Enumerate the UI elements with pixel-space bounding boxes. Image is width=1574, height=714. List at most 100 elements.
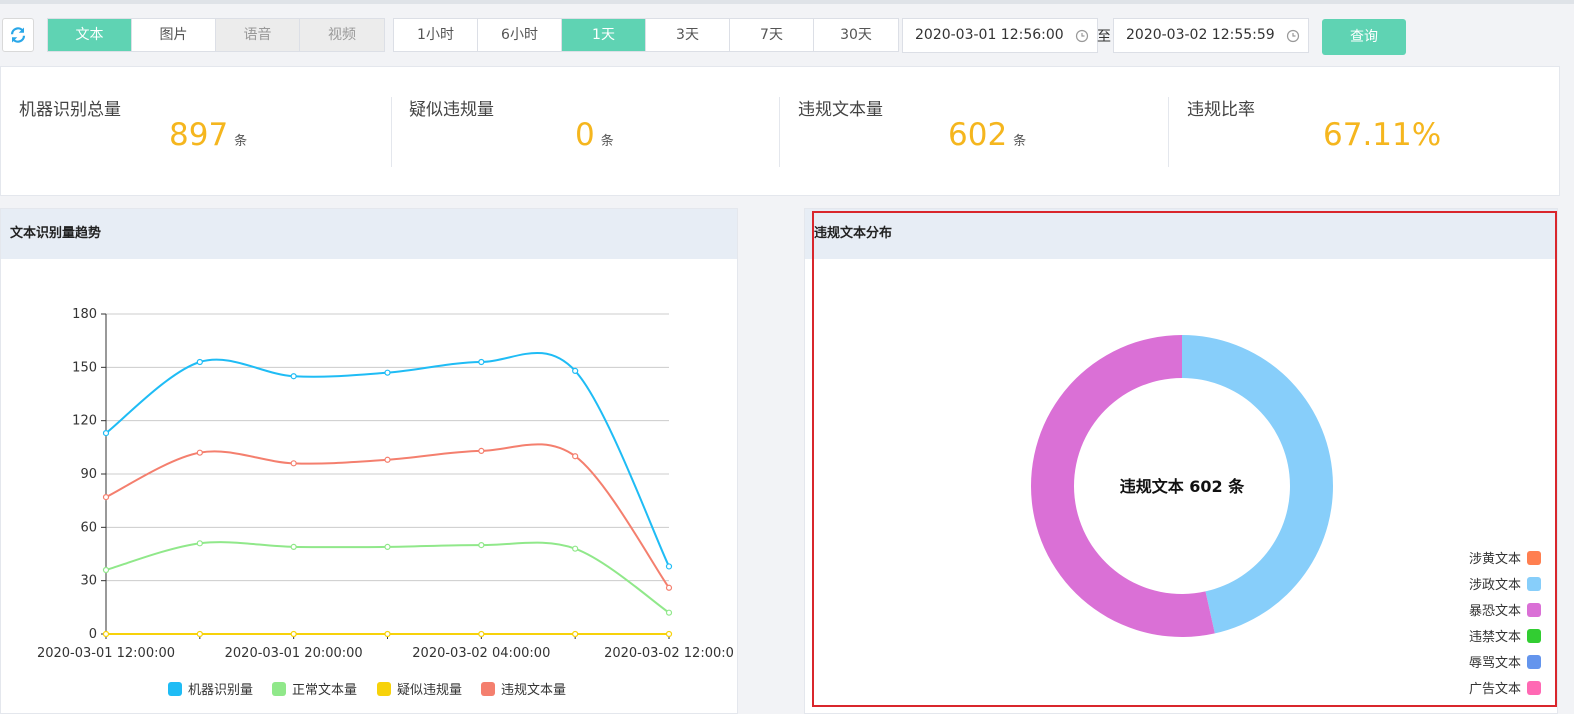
data-point[interactable] [572, 453, 579, 460]
data-point[interactable] [572, 545, 579, 552]
data-point[interactable] [384, 369, 391, 376]
legend-label: 涉黄文本 [1468, 552, 1521, 567]
legend-item[interactable]: 违禁文本 [1469, 626, 1541, 645]
data-point[interactable] [290, 373, 297, 380]
legend-label: 广告文本 [1468, 682, 1521, 697]
legend-label: 正常文本量 [292, 683, 358, 698]
data-point[interactable] [572, 367, 579, 374]
legend-item[interactable]: 暴恐文本 [1469, 600, 1541, 619]
trend-panel: 文本识别量趋势 0 30 60 90 120 150 180 2020-03-01 12:00… [0, 208, 738, 714]
divider [779, 97, 780, 167]
data-point[interactable] [290, 543, 297, 550]
to-label: 至 [1097, 29, 1111, 45]
data-point[interactable] [665, 630, 673, 638]
legend-label: 疑似违规量 [397, 683, 463, 698]
stat-label: 违规文本量 [798, 100, 883, 120]
refresh-button[interactable] [2, 18, 34, 52]
data-point[interactable] [102, 430, 110, 437]
range-1d[interactable]: 1天 [562, 19, 646, 51]
stat-value: 602 条 [948, 117, 1027, 153]
legend-item[interactable]: 疑似违规量 [377, 679, 462, 698]
x-tick-label: 2020-03-02 04:00:00 [412, 646, 550, 661]
end-time-value: 2020-03-02 12:55:59 [1126, 27, 1275, 43]
stat-suspected: 疑似违规量 0条 [409, 67, 779, 195]
data-point[interactable] [196, 449, 203, 456]
legend-swatch [1527, 654, 1541, 669]
data-point[interactable] [290, 630, 297, 638]
legend-swatch [481, 681, 495, 696]
data-point[interactable] [665, 609, 673, 616]
legend-item[interactable]: 广告文本 [1469, 678, 1541, 697]
data-point[interactable] [384, 456, 391, 463]
series-line [105, 541, 670, 614]
stats-card: 机器识别总量 897 条 疑似违规量 0条 违规文本量 602 条 违规比率 67.… [0, 66, 1560, 196]
legend-item[interactable]: 涉黄文本 [1469, 548, 1541, 567]
data-point[interactable] [572, 630, 579, 638]
start-time-input[interactable]: 2020-03-01 12:56:00 [902, 18, 1098, 53]
y-tick-label: 0 [89, 627, 97, 642]
x-tick-label: 2020-03-01 12:00:00 [37, 646, 175, 661]
legend-label: 违规文本量 [501, 683, 567, 698]
legend-swatch [1527, 576, 1541, 591]
stat-violation: 违规文本量 602 条 [798, 67, 1168, 195]
data-point[interactable] [384, 543, 391, 550]
legend-item[interactable]: 机器识别量 [168, 679, 253, 698]
range-3d[interactable]: 3天 [646, 19, 730, 51]
stat-value: 897 条 [169, 117, 248, 153]
end-time-input[interactable]: 2020-03-02 12:55:59 [1113, 18, 1309, 53]
data-point[interactable] [665, 563, 673, 570]
range-1h[interactable]: 1小时 [394, 19, 478, 51]
divider [391, 97, 392, 167]
divider [1168, 97, 1169, 167]
stat-value: 67.11% [1323, 117, 1442, 153]
data-point[interactable] [102, 566, 110, 574]
data-point[interactable] [102, 630, 110, 638]
legend-item[interactable]: 辱骂文本 [1469, 652, 1541, 671]
y-tick-label: 180 [72, 307, 97, 322]
x-tick-label: 2020-03-02 12:00:0 [604, 646, 734, 661]
legend-label: 辱骂文本 [1468, 656, 1521, 671]
data-point[interactable] [478, 447, 485, 454]
distribution-donut-chart: 违规文本 602 条 [1030, 335, 1333, 637]
data-point[interactable] [196, 630, 203, 638]
legend-label: 涉政文本 [1468, 578, 1521, 593]
y-tick-label: 30 [80, 574, 97, 589]
start-time-value: 2020-03-01 12:56:00 [915, 27, 1064, 43]
data-point[interactable] [196, 358, 203, 366]
legend-swatch [1527, 680, 1541, 695]
data-point[interactable] [478, 358, 485, 366]
query-button[interactable]: 查询 [1322, 19, 1406, 55]
stat-ratio: 违规比率 67.11% [1187, 67, 1557, 195]
data-point[interactable] [102, 494, 110, 501]
tab-text[interactable]: 文本 [48, 19, 132, 51]
data-point[interactable] [478, 630, 485, 638]
y-tick-label: 90 [80, 467, 97, 482]
legend-swatch [377, 681, 391, 696]
series-line [105, 443, 670, 589]
y-tick-label: 120 [72, 414, 97, 429]
range-30d[interactable]: 30天 [814, 19, 898, 51]
tab-image[interactable]: 图片 [132, 19, 216, 51]
data-point[interactable] [665, 584, 673, 591]
tab-voice[interactable]: 语音 [216, 19, 300, 51]
top-border [0, 0, 1574, 4]
trend-panel-title: 文本识别量趋势 [1, 209, 737, 259]
legend-item[interactable]: 正常文本量 [272, 679, 357, 698]
legend-swatch [168, 681, 182, 696]
stat-value: 0条 [575, 117, 614, 153]
stat-label: 疑似违规量 [409, 100, 494, 120]
donut-center-label: 违规文本 602 条 [1120, 477, 1246, 496]
x-tick-label: 2020-03-01 20:00:00 [225, 646, 363, 661]
legend-item[interactable]: 涉政文本 [1469, 574, 1541, 593]
data-point[interactable] [478, 542, 485, 549]
stat-label: 违规比率 [1187, 100, 1255, 120]
data-point[interactable] [384, 630, 391, 638]
range-6h[interactable]: 6小时 [478, 19, 562, 51]
range-7d[interactable]: 7天 [730, 19, 814, 51]
data-point[interactable] [290, 460, 297, 467]
legend-item[interactable]: 违规文本量 [481, 679, 566, 698]
tab-video[interactable]: 视频 [300, 19, 384, 51]
stat-total: 机器识别总量 897 条 [19, 67, 389, 195]
data-point[interactable] [196, 540, 203, 547]
time-range-tabs: 1小时 6小时 1天 3天 7天 30天 [393, 18, 899, 52]
